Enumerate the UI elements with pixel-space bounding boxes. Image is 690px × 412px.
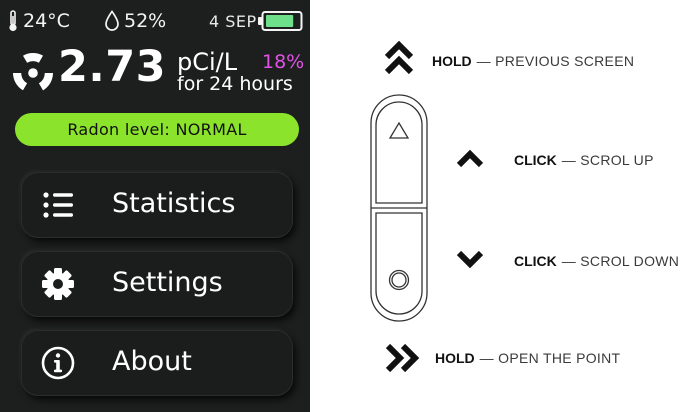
- water-drop-icon: [105, 10, 119, 31]
- radon-reading: 2.73 pCi/L 18% for 24 hours: [10, 42, 310, 98]
- hardware-button-diagram: [370, 94, 428, 322]
- legend-hold-previous: HOLD — PREVIOUS SCREEN: [432, 53, 634, 69]
- radon-level-badge: Radon level: NORMAL: [15, 113, 299, 146]
- battery-icon: [258, 11, 303, 31]
- legend-hold-open: HOLD — OPEN THE POINT: [435, 350, 620, 366]
- chevron-up-icon: [456, 149, 484, 168]
- legend-description: — SCROL DOWN: [561, 253, 680, 269]
- legend-description: — OPEN THE POINT: [479, 350, 621, 366]
- temperature-indicator: 24°C: [8, 8, 70, 34]
- statistics-label: Statistics: [112, 188, 236, 219]
- settings-label: Settings: [112, 267, 223, 298]
- settings-button[interactable]: Settings: [22, 252, 292, 316]
- legend-description: — PREVIOUS SCREEN: [476, 53, 635, 69]
- legend-action: HOLD: [432, 53, 472, 69]
- thermometer-icon: [9, 10, 17, 32]
- temperature-value: 24°C: [23, 10, 70, 32]
- humidity-indicator: 52%: [104, 8, 166, 34]
- double-chevron-right-icon: [385, 343, 420, 373]
- about-button[interactable]: About: [22, 331, 292, 395]
- list-icon: [43, 192, 73, 218]
- reading-period: for 24 hours: [177, 73, 293, 95]
- gear-icon: [42, 268, 74, 300]
- battery-level-fill: [266, 15, 294, 27]
- radiation-icon: [13, 53, 53, 91]
- radon-unit: pCi/L: [177, 48, 238, 76]
- statistics-button[interactable]: Statistics: [22, 173, 292, 237]
- chevron-down-icon: [456, 250, 484, 269]
- legend-description: — SCROL UP: [561, 152, 654, 168]
- legend-action: CLICK: [514, 152, 557, 168]
- legend-action: CLICK: [514, 253, 557, 269]
- date-indicator: 4 SEP: [209, 8, 257, 34]
- radon-percent: 18%: [262, 51, 305, 73]
- radon-level-text: Radon level: NORMAL: [67, 120, 247, 139]
- legend-click-down: CLICK — SCROL DOWN: [514, 253, 679, 269]
- double-chevron-up-icon: [384, 40, 414, 75]
- date-value: 4 SEP: [209, 11, 257, 31]
- humidity-value: 52%: [124, 10, 167, 32]
- legend-action: HOLD: [435, 350, 475, 366]
- device-screen: 24°C 52% 4 SEP 2.73 pCi/L 18% for 24 hou…: [0, 0, 310, 412]
- about-label: About: [112, 346, 192, 377]
- info-icon: [41, 346, 75, 380]
- radon-value: 2.73: [58, 42, 167, 92]
- legend-click-up: CLICK — SCROL UP: [514, 152, 654, 168]
